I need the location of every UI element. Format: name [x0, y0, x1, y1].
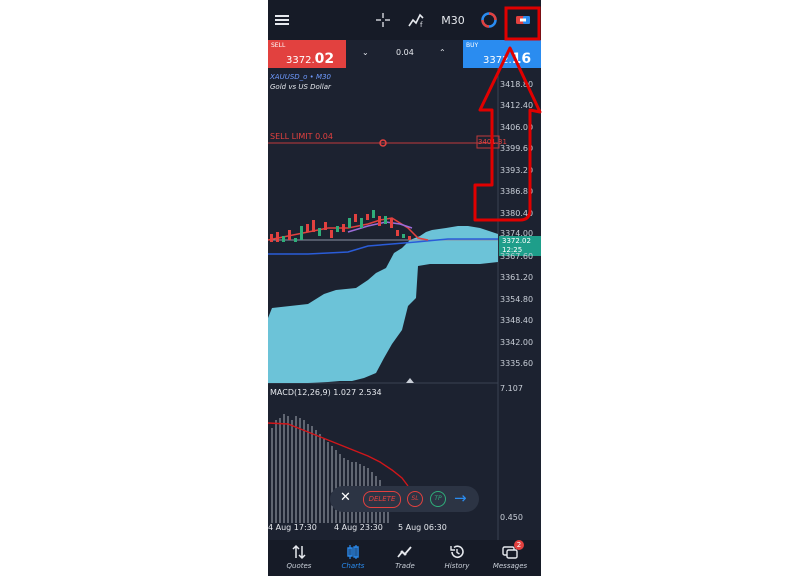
price-level: 3406.00: [500, 123, 534, 132]
macd-label: MACD(12,26,9) 1.027 2.534: [270, 388, 382, 397]
price-level: 3354.80: [500, 295, 534, 304]
nav-quotes[interactable]: Quotes: [272, 540, 326, 576]
timeframe-selector[interactable]: M30: [440, 8, 466, 32]
price-level: 3342.00: [500, 338, 534, 347]
price-level: 3348.40: [500, 316, 534, 325]
nav-trade[interactable]: Trade: [378, 540, 432, 576]
candles: [270, 210, 411, 242]
nav-label: History: [444, 562, 470, 570]
mobile-trading-screen: f M30 SELL 3372.02 ⌄ 0.04 ⌃ BUY 3372.16: [268, 0, 541, 576]
charts-icon: [347, 545, 359, 559]
trade-icon: [397, 546, 412, 558]
close-icon[interactable]: ✕: [340, 490, 351, 505]
confirm-arrow-icon[interactable]: →: [454, 489, 467, 507]
lot-size[interactable]: 0.04: [396, 48, 414, 57]
stop-loss-button[interactable]: SL: [407, 491, 423, 507]
macd-max-value: 7.107: [500, 384, 523, 393]
nav-history[interactable]: History: [430, 540, 484, 576]
price-level: 3386.80: [500, 187, 534, 196]
symbol-label: XAUUSD_o • M30: [270, 73, 331, 81]
buy-button[interactable]: BUY 3372.16: [463, 40, 541, 68]
price-level: 3367.60: [500, 252, 534, 261]
messages-badge: 2: [514, 540, 524, 550]
buy-label: BUY: [466, 42, 479, 49]
price-level: 3335.60: [500, 359, 534, 368]
delete-order-button[interactable]: DELETE: [363, 491, 401, 508]
ichimoku-cloud: [268, 226, 498, 383]
objects-icon[interactable]: [480, 8, 498, 32]
nav-messages[interactable]: 2 Messages: [483, 540, 537, 576]
nav-label: Charts: [341, 562, 365, 570]
one-click-trading-icon[interactable]: [514, 8, 532, 32]
decrease-lot-icon[interactable]: ⌄: [362, 48, 369, 57]
price-level: 3399.60: [500, 144, 534, 153]
svg-text:f: f: [420, 21, 423, 28]
buy-price: 3372.16: [483, 51, 532, 67]
nav-label: Trade: [395, 562, 415, 570]
price-level: 3418.80: [500, 80, 534, 89]
sell-price: 3372.02: [286, 51, 335, 67]
price-level: 3393.20: [500, 166, 534, 175]
bottom-navigation: Quotes Charts Trade History 2 Messages: [268, 540, 541, 576]
sell-button[interactable]: SELL 3372.02: [268, 40, 346, 68]
price-level: 3412.40: [500, 101, 534, 110]
take-profit-button[interactable]: TP: [430, 491, 446, 507]
price-chart[interactable]: XAUUSD_o • M30 Gold vs US Dollar SELL LI…: [268, 68, 541, 542]
time-label: 4 Aug 23:30: [334, 523, 383, 532]
time-label: 4 Aug 17:30: [268, 523, 317, 532]
macd-signal-line: [268, 422, 409, 487]
nav-label: Quotes: [286, 562, 312, 570]
history-icon: [450, 545, 464, 558]
nav-charts[interactable]: Charts: [326, 540, 380, 576]
sell-limit-label[interactable]: SELL LIMIT 0.04: [270, 132, 333, 141]
price-level: 3374.00: [500, 229, 534, 238]
quotes-icon: [292, 544, 306, 560]
time-label: 5 Aug 06:30: [398, 523, 447, 532]
top-toolbar: f M30: [268, 0, 541, 40]
indicators-icon[interactable]: f: [408, 8, 426, 32]
price-level: 3361.20: [500, 273, 534, 282]
sell-label: SELL: [271, 42, 286, 49]
current-price-tag: 3372.02: [502, 237, 531, 245]
increase-lot-icon[interactable]: ⌃: [439, 48, 446, 57]
symbol-description: Gold vs US Dollar: [270, 83, 331, 91]
order-edit-toolbar: ✕ DELETE SL TP →: [330, 486, 479, 512]
period-marker: [406, 378, 414, 383]
menu-icon[interactable]: [274, 8, 290, 32]
price-level: 3380.40: [500, 209, 534, 218]
nav-label: Messages: [492, 562, 528, 570]
macd-min-value: 0.450: [500, 513, 523, 522]
crosshair-icon[interactable]: [374, 8, 392, 32]
